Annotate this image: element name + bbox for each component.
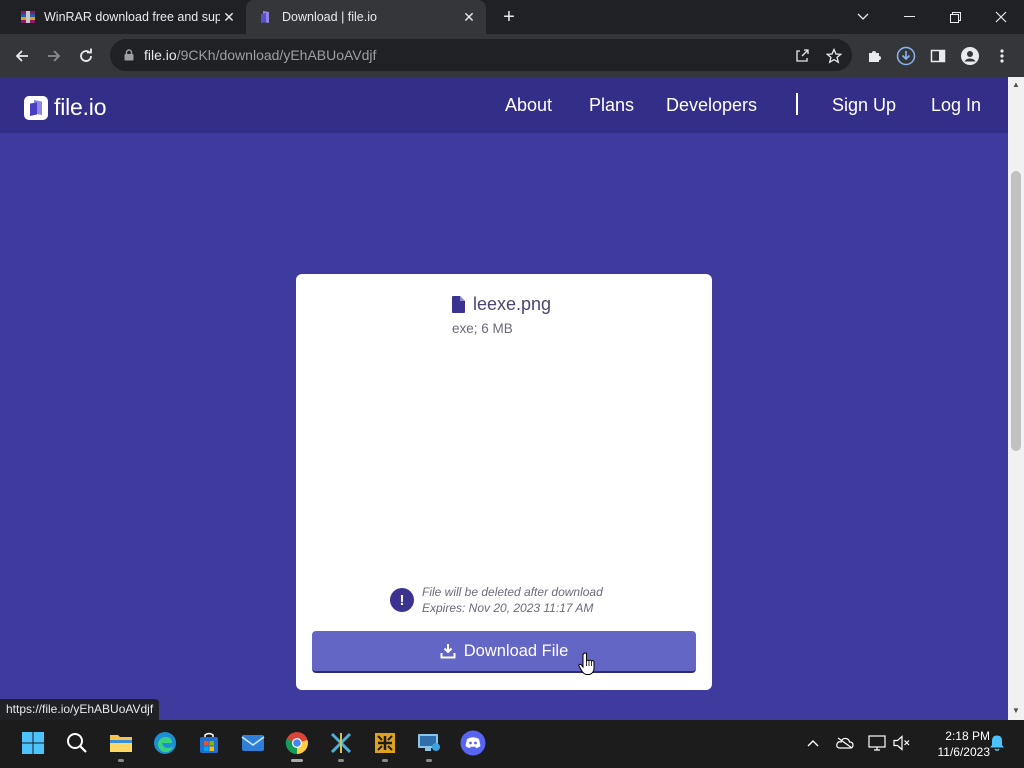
chrome-icon[interactable] (284, 730, 310, 762)
tab-title: Download | file.io (282, 10, 377, 24)
tab-strip: WinRAR download free and support: WinRAR… (0, 0, 1024, 34)
network-icon[interactable] (868, 734, 886, 752)
file-title-row: leexe.png (452, 294, 551, 315)
tab-fileio[interactable]: Download | file.io ✕ (246, 0, 486, 34)
onedrive-icon[interactable] (836, 734, 854, 752)
alert-icon: ! (390, 588, 414, 612)
nav-developers[interactable]: Developers (666, 95, 757, 116)
expiry-notice: ! File will be deleted after download Ex… (390, 584, 603, 616)
link-status-bubble: https://file.io/yEhABUoAVdjf (0, 699, 160, 720)
restore-button[interactable] (932, 0, 978, 34)
file-explorer-icon[interactable] (108, 730, 134, 762)
app-x-icon[interactable] (328, 730, 354, 762)
fileio-icon (261, 11, 269, 23)
expiry-date: Expires: Nov 20, 2023 11:17 AM (422, 601, 594, 615)
file-icon (452, 296, 465, 313)
delete-notice: File will be deleted after download (422, 585, 603, 599)
tab-winrar[interactable]: WinRAR download free and support: WinRAR… (8, 0, 246, 34)
lock-icon[interactable] (122, 48, 136, 62)
volume-muted-icon[interactable] (893, 734, 911, 752)
nav-sign-up[interactable]: Sign Up (832, 95, 896, 116)
site-header: file.io About Plans Developers Sign Up L… (0, 77, 1008, 133)
share-icon[interactable] (788, 42, 816, 70)
nav-divider (796, 93, 798, 115)
file-meta: exe; 6 MB (452, 321, 513, 336)
side-panel-icon[interactable] (924, 42, 952, 70)
new-tab-button[interactable]: + (498, 6, 520, 28)
close-tab-icon[interactable]: ✕ (220, 8, 238, 26)
mail-icon[interactable] (240, 730, 266, 756)
download-card: leexe.png exe; 6 MB ! File will be delet… (296, 274, 712, 690)
discord-icon[interactable] (460, 730, 486, 756)
app-arrows-icon[interactable] (372, 730, 398, 762)
site-logo[interactable]: file.io (24, 94, 106, 121)
store-icon[interactable] (196, 730, 222, 756)
download-icon (440, 644, 456, 659)
notification-bell-icon[interactable] (988, 734, 1006, 752)
taskbar: 2:18 PM 11/6/2023 (0, 720, 1024, 768)
nav-plans[interactable]: Plans (589, 95, 634, 116)
page-scrollbar[interactable]: ▲ ▼ (1008, 77, 1024, 720)
hand-cursor-icon (578, 652, 595, 675)
tab-search-icon[interactable] (840, 0, 886, 34)
reload-button[interactable] (72, 42, 100, 70)
chevron-up-icon[interactable] (804, 734, 822, 752)
clock-time: 2:18 PM (945, 729, 990, 743)
url-text[interactable]: file.io/9CKh/download/yEhABUoAVdjf (144, 47, 376, 63)
page-viewport: file.io About Plans Developers Sign Up L… (0, 77, 1008, 720)
scroll-down-icon[interactable]: ▼ (1012, 707, 1020, 715)
winrar-icon (21, 11, 35, 23)
scrollbar-thumb[interactable] (1011, 171, 1021, 451)
browser-toolbar: file.io/9CKh/download/yEhABUoAVdjf (0, 34, 1024, 77)
edge-icon[interactable] (152, 730, 178, 756)
download-file-button[interactable]: Download File (312, 631, 696, 673)
downloads-icon[interactable] (892, 42, 920, 70)
close-window-button[interactable] (978, 0, 1024, 34)
address-bar[interactable]: file.io/9CKh/download/yEhABUoAVdjf (110, 39, 852, 71)
download-button-label: Download File (463, 641, 569, 660)
nav-about[interactable]: About (505, 95, 552, 116)
file-name: leexe.png (473, 294, 552, 314)
search-icon[interactable] (64, 730, 90, 756)
clock[interactable]: 2:18 PM 11/6/2023 (918, 728, 991, 760)
minimize-button[interactable] (886, 0, 932, 34)
tab-title: WinRAR download free and support: WinRAR (44, 10, 220, 24)
logo-text: file.io (54, 94, 107, 120)
bookmark-star-icon[interactable] (820, 42, 848, 70)
scroll-up-icon[interactable]: ▲ (1012, 81, 1020, 89)
windows-start-icon[interactable] (20, 730, 46, 756)
close-tab-icon[interactable]: ✕ (460, 8, 478, 26)
extensions-icon[interactable] (860, 42, 888, 70)
menu-icon[interactable] (988, 42, 1016, 70)
clock-date: 11/6/2023 (937, 745, 991, 759)
fileio-logo-icon (24, 95, 48, 120)
forward-button[interactable] (40, 42, 68, 70)
remote-desktop-icon[interactable] (416, 730, 442, 762)
profile-icon[interactable] (956, 42, 984, 70)
nav-log-in[interactable]: Log In (931, 95, 981, 116)
back-button[interactable] (8, 42, 36, 70)
